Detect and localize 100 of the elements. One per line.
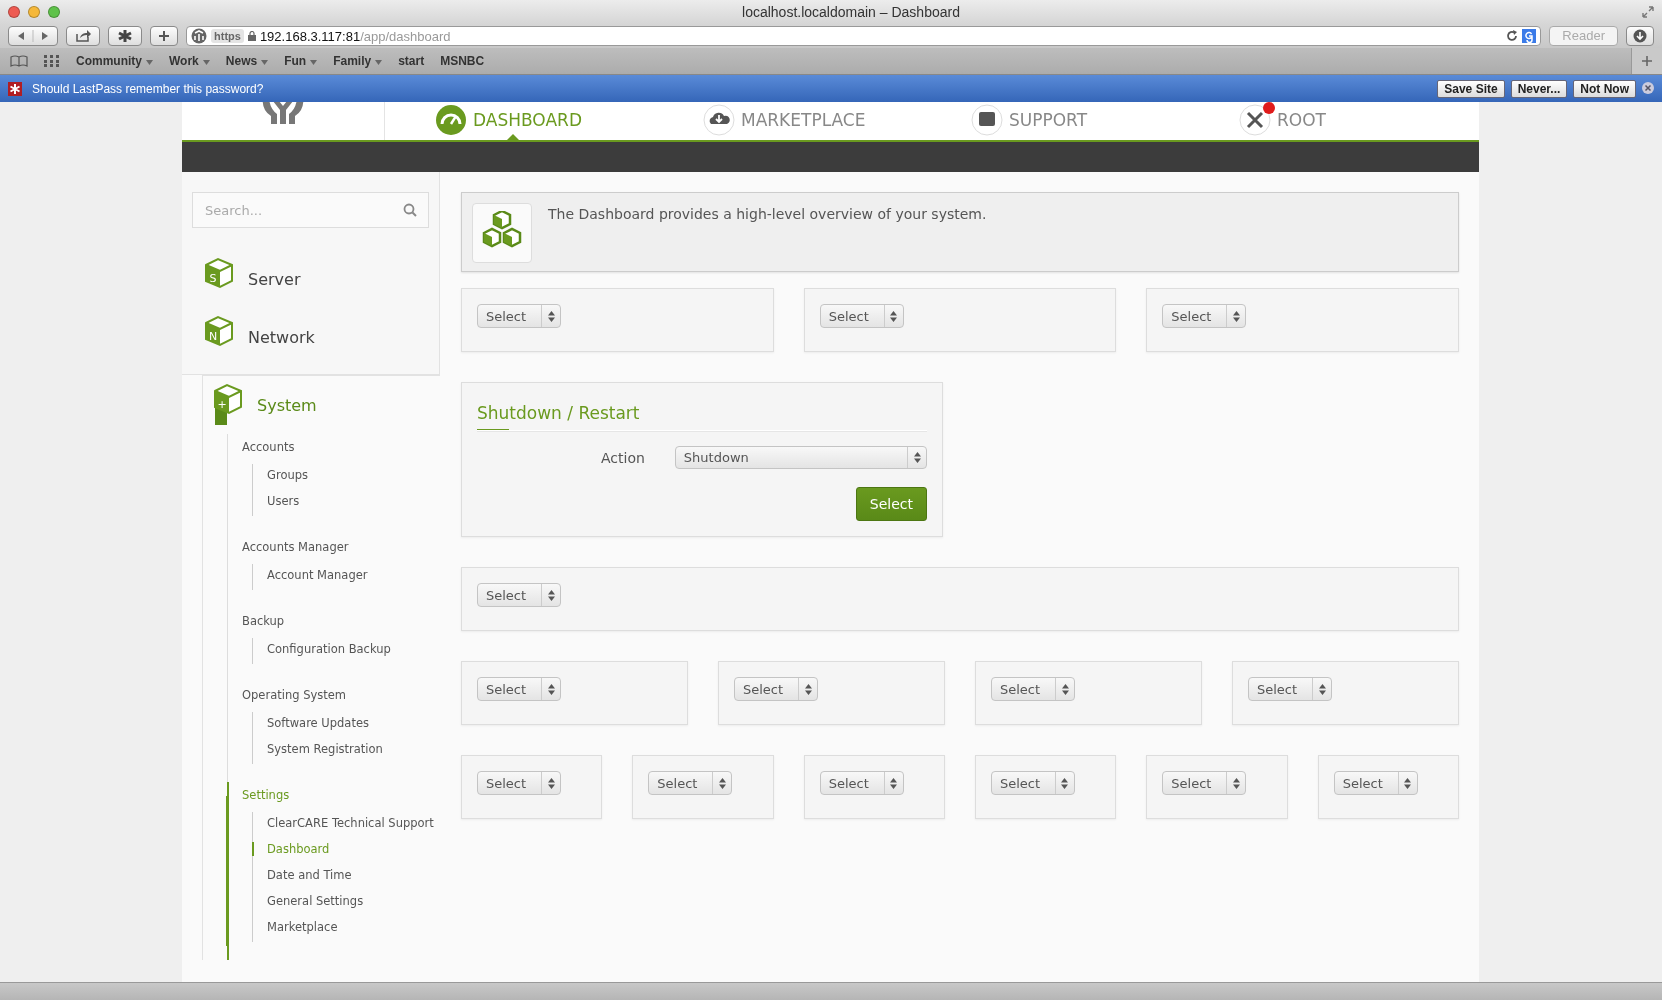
plus-icon — [1642, 56, 1652, 66]
extension-button[interactable] — [108, 26, 142, 46]
select-field[interactable]: Shutdown — [674, 446, 927, 469]
updown-arrows-icon — [1232, 777, 1240, 789]
notification-button[interactable]: Not Now — [1573, 79, 1636, 98]
book-icon — [10, 55, 28, 67]
plus-icon — [158, 30, 170, 42]
notification-button[interactable]: Save Site — [1437, 79, 1505, 98]
share-icon — [75, 29, 91, 43]
logo-icon — [261, 102, 305, 124]
downloads-button[interactable] — [1626, 26, 1654, 46]
tree-group-label[interactable]: Accounts Manager — [242, 534, 440, 564]
tree-item[interactable]: General Settings — [267, 894, 440, 908]
select-field[interactable]: Select — [1248, 677, 1332, 701]
select-field[interactable]: Select — [477, 771, 561, 795]
window-title: localhost.localdomain – Dashboard — [741, 4, 961, 20]
updown-arrows-icon — [547, 310, 555, 322]
bookmark-link[interactable]: Fun — [284, 54, 318, 68]
sidebar-category[interactable]: + System — [203, 376, 440, 434]
updown-arrows-icon — [1404, 777, 1412, 789]
grid-icon — [44, 55, 60, 67]
updown-arrows-icon — [1232, 310, 1240, 322]
reload-icon — [1506, 30, 1519, 42]
bookmark-link[interactable]: News — [225, 54, 269, 68]
select-field[interactable]: Select — [648, 771, 733, 795]
new-tab-button[interactable] — [150, 26, 178, 46]
updown-arrows-icon — [1318, 683, 1326, 695]
tree-item[interactable]: Configuration Backup — [267, 642, 440, 656]
tree-group-label[interactable]: Backup — [242, 608, 440, 638]
bookmark-link[interactable]: Family — [333, 54, 383, 68]
bookmark-link[interactable]: Work — [169, 54, 210, 68]
select-field[interactable]: Select — [1333, 771, 1418, 795]
updown-arrows-icon — [1061, 683, 1069, 695]
tree-item[interactable]: Software Updates — [267, 716, 440, 730]
select-field[interactable]: Select — [477, 677, 561, 701]
tree-item[interactable]: System Registration — [267, 742, 440, 756]
sidebar-category[interactable]: N Network — [192, 308, 429, 366]
caret-icon — [202, 60, 210, 65]
tree-item[interactable]: ClearCARE Technical Support — [267, 816, 440, 830]
updown-arrows-icon — [890, 777, 898, 789]
site-logo-icon — [191, 28, 207, 44]
updown-arrows-icon — [547, 777, 555, 789]
tree-group-label[interactable]: Operating System — [242, 682, 440, 712]
notification-message: Should LastPass remember this password? — [32, 81, 264, 96]
caret-icon — [146, 60, 153, 65]
close-icon — [1642, 81, 1654, 94]
panel-title: Shutdown / Restart — [477, 403, 927, 432]
download-icon — [1633, 29, 1647, 43]
select-field[interactable]: Select — [734, 677, 818, 701]
bookmark-link[interactable]: Community — [76, 54, 153, 68]
sidebar-category[interactable]: S Server — [192, 250, 429, 308]
nav-tab[interactable]: SUPPORT — [971, 102, 1211, 140]
updown-arrows-icon — [890, 310, 898, 322]
select-field[interactable]: Select — [1162, 771, 1247, 795]
caret-icon — [310, 60, 318, 65]
lastpass-icon — [8, 81, 22, 96]
arrows-icon — [16, 30, 50, 42]
address-field[interactable]: https 192.168.3.117:81/app/dashboard — [186, 26, 1542, 46]
lock-icon — [247, 31, 256, 41]
select-field[interactable]: Select — [1162, 304, 1247, 328]
share-button[interactable] — [66, 26, 100, 46]
tree-item[interactable]: Users — [267, 494, 440, 508]
window-control-button[interactable] — [48, 6, 60, 18]
search-icon — [403, 203, 417, 217]
notification-button[interactable]: Never... — [1510, 79, 1568, 98]
select-button[interactable]: Select — [855, 487, 927, 521]
search-field[interactable]: Search... — [192, 192, 429, 228]
nav-tab[interactable]: ROOT — [1239, 102, 1479, 140]
tree-item[interactable]: Groups — [267, 468, 440, 482]
field-label: Action — [601, 449, 645, 466]
updown-arrows-icon — [547, 683, 555, 695]
updown-arrows-icon — [547, 589, 555, 601]
asterisk-icon — [118, 29, 132, 43]
updown-arrows-icon — [1061, 777, 1069, 789]
fullscreen-icon — [1642, 6, 1654, 18]
https-label: https — [211, 29, 244, 43]
url-text: 192.168.3.117:81/app/dashboard — [259, 28, 451, 44]
notification-dot — [1263, 102, 1275, 114]
select-field[interactable]: Select — [991, 771, 1075, 795]
select-field[interactable]: Select — [477, 304, 561, 328]
nav-tab[interactable]: MARKETPLACE — [703, 102, 943, 140]
description-text: The Dashboard provides a high-level overview of your system. — [548, 205, 987, 224]
bookmark-link[interactable]: MSNBC — [440, 54, 485, 68]
tree-item[interactable]: Account Manager — [267, 568, 440, 582]
updown-arrows-icon — [718, 777, 726, 789]
select-field[interactable]: Select — [477, 583, 561, 607]
select-field[interactable]: Select — [991, 677, 1075, 701]
updown-arrows-icon — [804, 683, 812, 695]
tree-group-label[interactable]: Accounts — [242, 434, 440, 464]
select-field[interactable]: Select — [819, 304, 904, 328]
window-control-button[interactable] — [8, 6, 20, 18]
caret-icon — [261, 60, 269, 65]
tree-item[interactable]: Date and Time — [267, 868, 440, 882]
select-field[interactable]: Select — [819, 771, 904, 795]
tree-item[interactable]: Marketplace — [267, 920, 440, 934]
search-engine-icon — [1522, 29, 1537, 43]
caret-icon — [375, 60, 383, 65]
bookmark-link[interactable]: start — [398, 54, 425, 68]
updown-arrows-icon — [913, 452, 921, 463]
back-forward-button[interactable] — [8, 26, 58, 46]
